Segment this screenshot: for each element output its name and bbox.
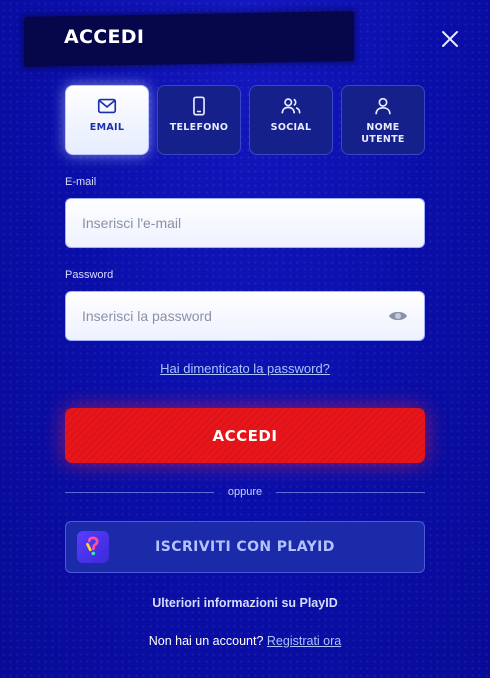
divider-text: oppure [227, 486, 263, 498]
password-field-box [65, 291, 425, 341]
playid-signup-button[interactable]: ISCRIVITI CON PLAYID [65, 521, 425, 573]
login-button[interactable]: ACCEDI [65, 408, 425, 463]
tab-phone[interactable]: TELEFONO [157, 85, 241, 155]
page-title: ACCEDI [64, 26, 145, 48]
tab-email-label: EMAIL [89, 122, 125, 133]
password-label: Password [65, 269, 114, 281]
tab-phone-label: TELEFONO [169, 122, 229, 133]
signup-row: Non hai un account? Registrati ora [0, 634, 490, 648]
email-label: E-mail [65, 176, 97, 188]
tab-email[interactable]: EMAIL [65, 85, 149, 155]
tab-social-label: SOCIAL [270, 122, 312, 133]
close-button[interactable] [438, 27, 462, 51]
divider-line-left [65, 491, 214, 493]
divider-line-right [276, 491, 426, 493]
no-account-text: Non hai un account? [148, 634, 264, 648]
tab-username-label: NOME UTENTE [361, 122, 405, 145]
tab-username[interactable]: NOME UTENTE [341, 85, 425, 155]
password-field[interactable] [82, 308, 388, 324]
forgot-password-link[interactable]: Hai dimenticato la password? [0, 361, 490, 376]
users-icon [281, 98, 301, 114]
envelope-icon [97, 98, 117, 114]
signup-link[interactable]: Registrati ora [267, 634, 341, 648]
playid-logo-icon [77, 531, 109, 563]
close-icon [442, 31, 458, 47]
email-field-box [65, 198, 425, 248]
playid-more-info-link[interactable]: Ulteriori informazioni su PlayID [0, 596, 490, 610]
login-method-tabs: EMAIL TELEFONO SOCIAL NOME UTENTE [65, 85, 425, 155]
tab-social[interactable]: SOCIAL [249, 85, 333, 155]
or-divider: oppure [65, 484, 426, 500]
eye-icon[interactable] [388, 309, 408, 323]
phone-icon [193, 96, 205, 116]
email-field[interactable] [82, 215, 408, 231]
playid-button-label: ISCRIVITI CON PLAYID [155, 539, 335, 555]
user-icon [375, 97, 391, 115]
